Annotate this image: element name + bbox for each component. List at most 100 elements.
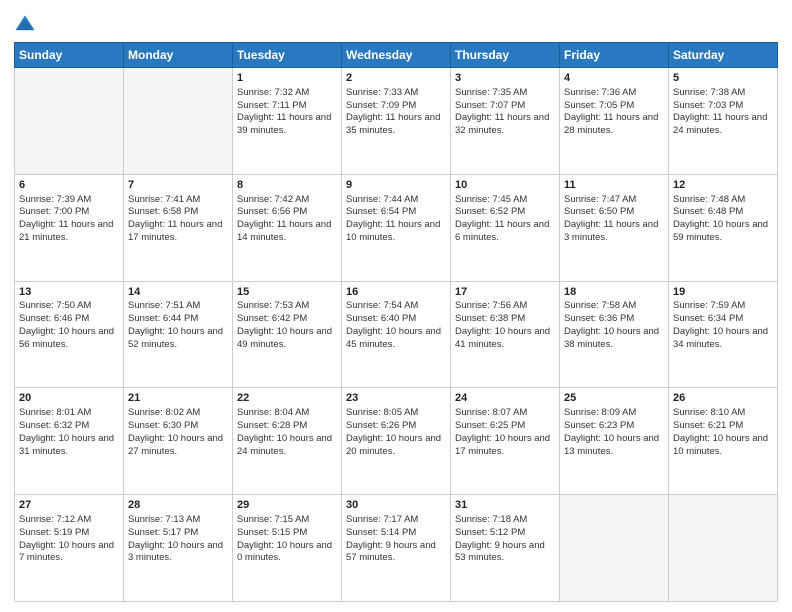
week-row-1: 6Sunrise: 7:39 AMSunset: 7:00 PMDaylight… — [15, 174, 778, 281]
day-number: 26 — [673, 391, 773, 406]
logo-icon — [14, 14, 36, 36]
day-number: 16 — [346, 285, 446, 300]
day-number: 21 — [128, 391, 228, 406]
calendar-cell: 9Sunrise: 7:44 AMSunset: 6:54 PMDaylight… — [342, 174, 451, 281]
calendar-cell: 8Sunrise: 7:42 AMSunset: 6:56 PMDaylight… — [233, 174, 342, 281]
weekday-header-friday: Friday — [560, 43, 669, 68]
day-number: 12 — [673, 178, 773, 193]
day-number: 27 — [19, 498, 119, 513]
day-number: 8 — [237, 178, 337, 193]
day-number: 14 — [128, 285, 228, 300]
day-number: 29 — [237, 498, 337, 513]
calendar-cell: 15Sunrise: 7:53 AMSunset: 6:42 PMDayligh… — [233, 281, 342, 388]
week-row-4: 27Sunrise: 7:12 AMSunset: 5:19 PMDayligh… — [15, 495, 778, 602]
day-number: 4 — [564, 71, 664, 86]
day-number: 1 — [237, 71, 337, 86]
day-info: Sunrise: 8:09 AMSunset: 6:23 PMDaylight:… — [564, 407, 664, 458]
calendar-cell: 31Sunrise: 7:18 AMSunset: 5:12 PMDayligh… — [451, 495, 560, 602]
calendar-cell: 19Sunrise: 7:59 AMSunset: 6:34 PMDayligh… — [669, 281, 778, 388]
day-info: Sunrise: 7:35 AMSunset: 7:07 PMDaylight:… — [455, 87, 555, 138]
calendar-cell: 23Sunrise: 8:05 AMSunset: 6:26 PMDayligh… — [342, 388, 451, 495]
weekday-header-thursday: Thursday — [451, 43, 560, 68]
calendar-cell: 6Sunrise: 7:39 AMSunset: 7:00 PMDaylight… — [15, 174, 124, 281]
calendar-cell: 29Sunrise: 7:15 AMSunset: 5:15 PMDayligh… — [233, 495, 342, 602]
calendar-cell: 14Sunrise: 7:51 AMSunset: 6:44 PMDayligh… — [124, 281, 233, 388]
day-info: Sunrise: 8:10 AMSunset: 6:21 PMDaylight:… — [673, 407, 773, 458]
day-info: Sunrise: 7:44 AMSunset: 6:54 PMDaylight:… — [346, 194, 446, 245]
day-number: 2 — [346, 71, 446, 86]
day-number: 24 — [455, 391, 555, 406]
day-info: Sunrise: 8:07 AMSunset: 6:25 PMDaylight:… — [455, 407, 555, 458]
calendar-cell: 26Sunrise: 8:10 AMSunset: 6:21 PMDayligh… — [669, 388, 778, 495]
day-info: Sunrise: 7:18 AMSunset: 5:12 PMDaylight:… — [455, 514, 555, 565]
day-number: 28 — [128, 498, 228, 513]
day-info: Sunrise: 7:45 AMSunset: 6:52 PMDaylight:… — [455, 194, 555, 245]
calendar-cell: 27Sunrise: 7:12 AMSunset: 5:19 PMDayligh… — [15, 495, 124, 602]
day-info: Sunrise: 7:42 AMSunset: 6:56 PMDaylight:… — [237, 194, 337, 245]
day-info: Sunrise: 7:36 AMSunset: 7:05 PMDaylight:… — [564, 87, 664, 138]
weekday-header-row: SundayMondayTuesdayWednesdayThursdayFrid… — [15, 43, 778, 68]
calendar-cell: 24Sunrise: 8:07 AMSunset: 6:25 PMDayligh… — [451, 388, 560, 495]
day-info: Sunrise: 8:01 AMSunset: 6:32 PMDaylight:… — [19, 407, 119, 458]
day-info: Sunrise: 7:33 AMSunset: 7:09 PMDaylight:… — [346, 87, 446, 138]
calendar-cell: 11Sunrise: 7:47 AMSunset: 6:50 PMDayligh… — [560, 174, 669, 281]
day-number: 20 — [19, 391, 119, 406]
calendar-cell: 2Sunrise: 7:33 AMSunset: 7:09 PMDaylight… — [342, 68, 451, 175]
day-info: Sunrise: 7:56 AMSunset: 6:38 PMDaylight:… — [455, 300, 555, 351]
day-number: 17 — [455, 285, 555, 300]
calendar-cell: 3Sunrise: 7:35 AMSunset: 7:07 PMDaylight… — [451, 68, 560, 175]
day-info: Sunrise: 7:47 AMSunset: 6:50 PMDaylight:… — [564, 194, 664, 245]
day-info: Sunrise: 7:39 AMSunset: 7:00 PMDaylight:… — [19, 194, 119, 245]
calendar-cell: 1Sunrise: 7:32 AMSunset: 7:11 PMDaylight… — [233, 68, 342, 175]
day-number: 10 — [455, 178, 555, 193]
calendar-cell: 22Sunrise: 8:04 AMSunset: 6:28 PMDayligh… — [233, 388, 342, 495]
calendar-cell — [669, 495, 778, 602]
day-info: Sunrise: 7:53 AMSunset: 6:42 PMDaylight:… — [237, 300, 337, 351]
calendar-table: SundayMondayTuesdayWednesdayThursdayFrid… — [14, 42, 778, 602]
day-number: 15 — [237, 285, 337, 300]
week-row-0: 1Sunrise: 7:32 AMSunset: 7:11 PMDaylight… — [15, 68, 778, 175]
day-info: Sunrise: 7:59 AMSunset: 6:34 PMDaylight:… — [673, 300, 773, 351]
week-row-3: 20Sunrise: 8:01 AMSunset: 6:32 PMDayligh… — [15, 388, 778, 495]
day-number: 18 — [564, 285, 664, 300]
calendar-cell — [124, 68, 233, 175]
day-number: 7 — [128, 178, 228, 193]
calendar-cell: 7Sunrise: 7:41 AMSunset: 6:58 PMDaylight… — [124, 174, 233, 281]
calendar-cell — [560, 495, 669, 602]
calendar-cell: 5Sunrise: 7:38 AMSunset: 7:03 PMDaylight… — [669, 68, 778, 175]
calendar-cell: 12Sunrise: 7:48 AMSunset: 6:48 PMDayligh… — [669, 174, 778, 281]
calendar-cell: 28Sunrise: 7:13 AMSunset: 5:17 PMDayligh… — [124, 495, 233, 602]
day-info: Sunrise: 7:17 AMSunset: 5:14 PMDaylight:… — [346, 514, 446, 565]
calendar-cell: 10Sunrise: 7:45 AMSunset: 6:52 PMDayligh… — [451, 174, 560, 281]
weekday-header-sunday: Sunday — [15, 43, 124, 68]
calendar-cell: 4Sunrise: 7:36 AMSunset: 7:05 PMDaylight… — [560, 68, 669, 175]
day-info: Sunrise: 7:13 AMSunset: 5:17 PMDaylight:… — [128, 514, 228, 565]
day-number: 31 — [455, 498, 555, 513]
calendar-cell: 16Sunrise: 7:54 AMSunset: 6:40 PMDayligh… — [342, 281, 451, 388]
calendar-cell: 17Sunrise: 7:56 AMSunset: 6:38 PMDayligh… — [451, 281, 560, 388]
calendar-cell: 18Sunrise: 7:58 AMSunset: 6:36 PMDayligh… — [560, 281, 669, 388]
day-number: 6 — [19, 178, 119, 193]
day-info: Sunrise: 8:05 AMSunset: 6:26 PMDaylight:… — [346, 407, 446, 458]
header — [14, 10, 778, 36]
calendar-cell: 20Sunrise: 8:01 AMSunset: 6:32 PMDayligh… — [15, 388, 124, 495]
day-number: 19 — [673, 285, 773, 300]
page: SundayMondayTuesdayWednesdayThursdayFrid… — [0, 0, 792, 612]
day-info: Sunrise: 7:58 AMSunset: 6:36 PMDaylight:… — [564, 300, 664, 351]
day-info: Sunrise: 7:38 AMSunset: 7:03 PMDaylight:… — [673, 87, 773, 138]
day-info: Sunrise: 7:12 AMSunset: 5:19 PMDaylight:… — [19, 514, 119, 565]
weekday-header-wednesday: Wednesday — [342, 43, 451, 68]
calendar-cell — [15, 68, 124, 175]
day-info: Sunrise: 7:50 AMSunset: 6:46 PMDaylight:… — [19, 300, 119, 351]
day-number: 9 — [346, 178, 446, 193]
day-info: Sunrise: 7:15 AMSunset: 5:15 PMDaylight:… — [237, 514, 337, 565]
day-number: 5 — [673, 71, 773, 86]
week-row-2: 13Sunrise: 7:50 AMSunset: 6:46 PMDayligh… — [15, 281, 778, 388]
weekday-header-saturday: Saturday — [669, 43, 778, 68]
day-number: 23 — [346, 391, 446, 406]
calendar-cell: 13Sunrise: 7:50 AMSunset: 6:46 PMDayligh… — [15, 281, 124, 388]
day-info: Sunrise: 7:51 AMSunset: 6:44 PMDaylight:… — [128, 300, 228, 351]
day-number: 11 — [564, 178, 664, 193]
day-number: 3 — [455, 71, 555, 86]
calendar-cell: 21Sunrise: 8:02 AMSunset: 6:30 PMDayligh… — [124, 388, 233, 495]
